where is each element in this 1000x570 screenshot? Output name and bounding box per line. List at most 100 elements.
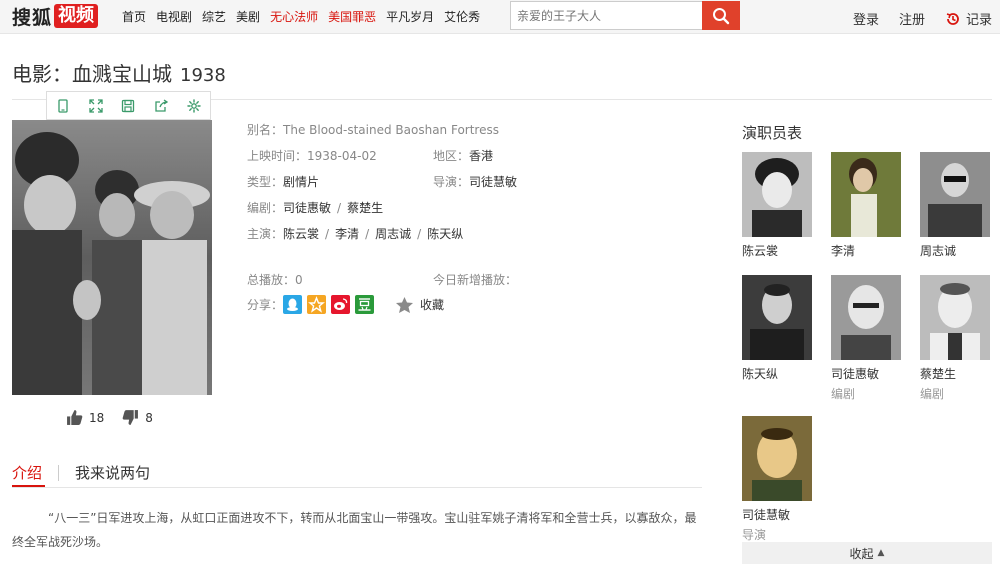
writer-row: 编剧：司徒惠敏 / 蔡楚生 [247, 201, 384, 215]
writer-link[interactable]: 司徒惠敏 [283, 201, 331, 215]
alias-value: The Blood-stained Baoshan Fortress [283, 123, 499, 137]
dislike-count: 8 [145, 410, 153, 425]
cast-member[interactable]: 李清 [831, 152, 903, 259]
weibo-share-icon[interactable] [331, 295, 351, 314]
fullscreen-button[interactable] [80, 92, 113, 119]
favorite-label: 收藏 [420, 298, 445, 312]
cast-row: 主演：陈云裳 / 李清 / 周志诚 / 陈天纵 [247, 227, 464, 241]
search-button[interactable] [702, 1, 740, 30]
search-box [510, 1, 740, 30]
poster-toolbar [46, 91, 211, 120]
actor-link[interactable]: 周志诚 [375, 227, 411, 241]
nav-item-featured-3[interactable]: 平凡岁月 [386, 8, 434, 25]
nav-item-home[interactable]: 首页 [122, 8, 146, 25]
settings-button[interactable] [177, 92, 210, 119]
director-label: 导演： [433, 175, 470, 189]
share-button[interactable] [145, 92, 178, 119]
cast-photo [920, 275, 990, 360]
genre-row: 类型：剧情片 [247, 173, 319, 190]
nav-item-featured-1[interactable]: 无心法师 [270, 8, 318, 25]
cast-photo [831, 152, 901, 237]
writer-label: 编剧： [247, 201, 284, 215]
qq-share-icon[interactable] [283, 295, 303, 314]
account-links: 登录 注册 记录 [833, 9, 992, 28]
douban-share-icon[interactable] [355, 295, 375, 314]
thumbs-up-icon [67, 410, 83, 425]
region-value[interactable]: 香港 [469, 149, 493, 163]
cast-role: 导演 [742, 528, 767, 542]
nav-item-us-drama[interactable]: 美剧 [236, 8, 260, 25]
share-row: 分享： 收藏 [247, 295, 444, 314]
star-icon [396, 296, 414, 313]
favorite-button[interactable]: 收藏 [395, 296, 444, 314]
vote-area: 18 8 [66, 409, 171, 426]
mobile-view-button[interactable] [47, 92, 80, 119]
nav-item-featured-2[interactable]: 美国罪恶 [328, 8, 376, 25]
cast-photo [831, 275, 901, 360]
dislike-button[interactable]: 8 [122, 409, 153, 426]
register-link[interactable]: 注册 [899, 9, 925, 28]
logo-text: 搜狐 [12, 6, 53, 29]
cast-member[interactable]: 司徒惠敏 编剧 [831, 275, 903, 402]
login-link[interactable]: 登录 [853, 9, 879, 28]
like-count: 18 [89, 410, 105, 425]
save-icon [122, 99, 135, 112]
qzone-share-icon[interactable] [307, 295, 327, 314]
today-plays-row: 今日新增播放： [433, 271, 517, 288]
alias-row: 别名：The Blood-stained Baoshan Fortress [247, 121, 499, 138]
cast-member[interactable]: 陈天纵 [742, 275, 814, 382]
nav-item-featured-4[interactable]: 艾伦秀 [444, 8, 480, 25]
nav-item-tv[interactable]: 电视剧 [156, 8, 192, 25]
tab-divider [12, 487, 702, 488]
tab-comments[interactable]: 我来说两句 [75, 462, 150, 483]
cast-role: 编剧 [920, 387, 945, 401]
collapse-cast-button[interactable]: 收起 ▲ [742, 542, 992, 564]
director-value[interactable]: 司徒慧敏 [469, 175, 517, 189]
movie-poster[interactable] [12, 120, 212, 395]
writer-link[interactable]: 蔡楚生 [347, 201, 383, 215]
genre-value[interactable]: 剧情片 [283, 175, 319, 189]
main-nav: 首页 电视剧 综艺 美剧 无心法师 美国罪恶 平凡岁月 艾伦秀 [122, 8, 490, 25]
content-tabs: 介绍 我来说两句 [12, 462, 150, 483]
cast-member[interactable]: 陈云裳 [742, 152, 814, 259]
share-label: 分享： [247, 298, 284, 312]
sohu-video-logo[interactable]: 搜狐 视频 [12, 3, 99, 29]
history-link[interactable]: 记录 [945, 9, 992, 28]
cast-photo [742, 152, 812, 237]
cast-name: 司徒惠敏 [831, 367, 880, 381]
release-label: 上映时间： [247, 149, 308, 163]
search-icon [713, 7, 730, 24]
actor-link[interactable]: 李清 [335, 227, 359, 241]
chevron-up-icon: ▲ [877, 548, 885, 558]
nav-item-variety[interactable]: 综艺 [202, 8, 226, 25]
logo-badge: 视频 [54, 4, 99, 28]
intro-text: “八一三”日军进攻上海，从虹口正面进攻不下，转而从北面宝山一带强攻。宝山驻军姚子… [12, 511, 697, 549]
thumbs-down-icon [122, 410, 139, 425]
cast-member[interactable]: 蔡楚生 编剧 [920, 275, 992, 402]
cast-panel-title: 演职员表 [742, 124, 803, 142]
top-bar: 搜狐 视频 首页 电视剧 综艺 美剧 无心法师 美国罪恶 平凡岁月 艾伦秀 登录… [0, 0, 1000, 34]
cast-name: 周志诚 [920, 244, 957, 258]
mobile-icon [58, 98, 68, 113]
actor-link[interactable]: 陈天纵 [427, 227, 463, 241]
gear-icon [186, 98, 201, 113]
movie-year: 1938 [180, 65, 226, 86]
cast-member[interactable]: 司徒慧敏 导演 [742, 416, 814, 543]
movie-title: 电影：血溅宝山城 [12, 62, 172, 86]
director-row: 导演：司徒慧敏 [433, 173, 517, 190]
region-label: 地区： [433, 149, 470, 163]
cast-photo [920, 152, 990, 237]
cast-name: 陈云裳 [742, 244, 779, 258]
expand-icon [89, 98, 103, 113]
region-row: 地区：香港 [433, 147, 493, 164]
release-value: 1938-04-02 [307, 149, 377, 163]
actor-link[interactable]: 陈云裳 [283, 227, 319, 241]
today-plays-label: 今日新增播放： [433, 273, 518, 287]
cast-member[interactable]: 周志诚 [920, 152, 992, 259]
tab-intro[interactable]: 介绍 [12, 462, 42, 483]
search-input[interactable] [511, 2, 703, 29]
cast-name: 司徒慧敏 [742, 508, 791, 522]
like-button[interactable]: 18 [66, 409, 104, 426]
save-button[interactable] [112, 92, 145, 119]
collapse-label: 收起 [849, 546, 874, 561]
